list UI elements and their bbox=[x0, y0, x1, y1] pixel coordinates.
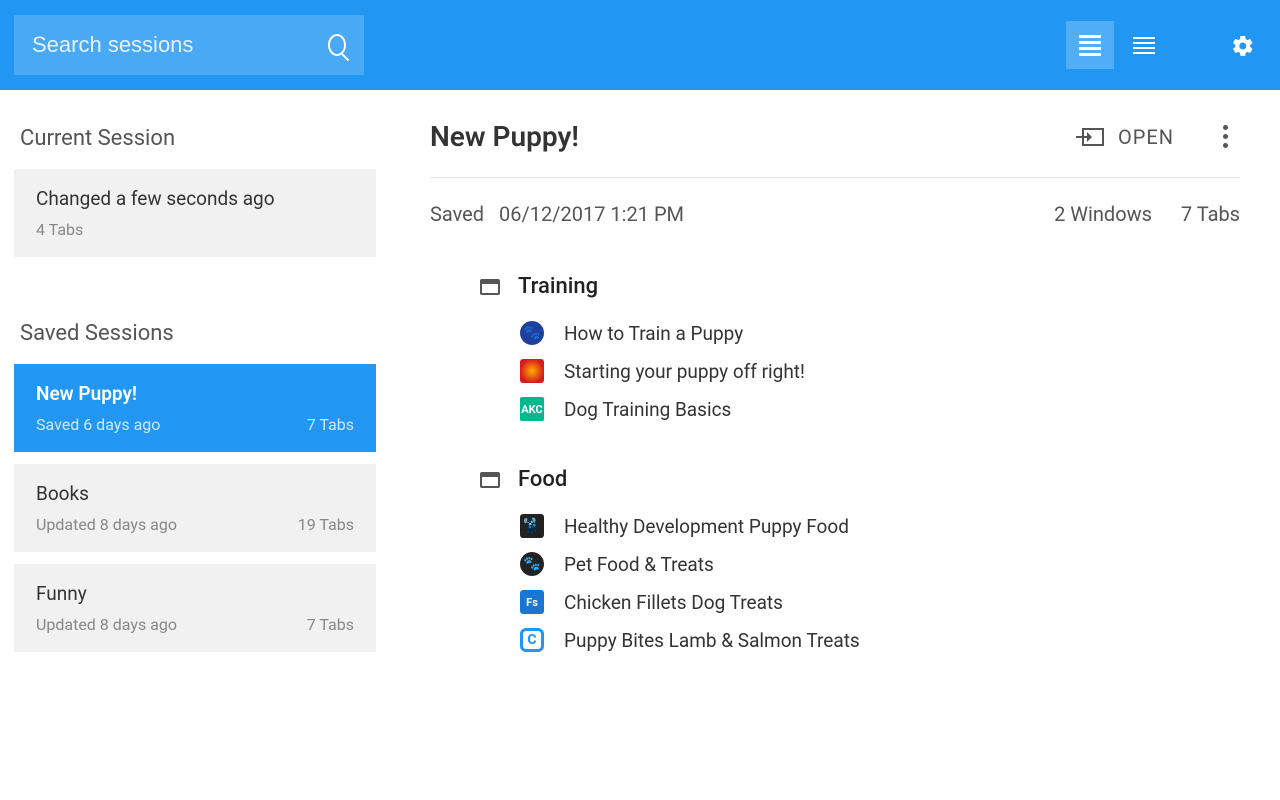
saved-session-card[interactable]: Funny Updated 8 days ago 7 Tabs bbox=[14, 564, 376, 652]
saved-session-left: Updated 8 days ago bbox=[36, 615, 177, 634]
saved-session-left: Saved 6 days ago bbox=[36, 415, 160, 434]
more-button[interactable] bbox=[1210, 125, 1240, 148]
windows-count: 2 Windows bbox=[1054, 202, 1152, 226]
open-label: OPEN bbox=[1118, 125, 1174, 149]
saved-session-title: Books bbox=[36, 482, 354, 505]
sidebar: Current Session Changed a few seconds ag… bbox=[0, 90, 390, 800]
detail-pane: New Puppy! OPEN Saved 06/12/2017 1:21 PM… bbox=[390, 90, 1280, 800]
current-session-title: Changed a few seconds ago bbox=[36, 187, 354, 210]
favicon-icon bbox=[520, 359, 544, 383]
window-group: Training How to Train a Puppy Starting you… bbox=[430, 274, 1240, 421]
window-name: Food bbox=[518, 467, 567, 492]
saved-sessions-heading: Saved Sessions bbox=[20, 321, 376, 346]
tab-title: Pet Food & Treats bbox=[564, 553, 714, 576]
window-icon bbox=[480, 472, 500, 488]
topbar bbox=[0, 0, 1280, 90]
saved-session-left: Updated 8 days ago bbox=[36, 515, 177, 534]
current-session-card[interactable]: Changed a few seconds ago 4 Tabs bbox=[14, 169, 376, 257]
tab-title: Chicken Fillets Dog Treats bbox=[564, 591, 783, 614]
saved-session-card[interactable]: New Puppy! Saved 6 days ago 7 Tabs bbox=[14, 364, 376, 452]
current-session-subtitle: 4 Tabs bbox=[36, 220, 83, 239]
window-icon bbox=[480, 279, 500, 295]
favicon-icon: Fs bbox=[520, 590, 544, 614]
detail-title: New Puppy! bbox=[430, 120, 579, 153]
tab-item[interactable]: AKC Dog Training Basics bbox=[520, 397, 1240, 421]
window-group: Food Healthy Development Puppy Food Pet Fo… bbox=[430, 467, 1240, 652]
view-list-button[interactable] bbox=[1120, 21, 1168, 69]
favicon-icon bbox=[520, 514, 544, 538]
tab-item[interactable]: Pet Food & Treats bbox=[520, 552, 1240, 576]
lines-thin-icon bbox=[1133, 37, 1155, 54]
window-name: Training bbox=[518, 274, 598, 299]
tab-title: Dog Training Basics bbox=[564, 398, 731, 421]
tab-title: Healthy Development Puppy Food bbox=[564, 515, 849, 538]
search-input[interactable] bbox=[32, 32, 320, 58]
tab-title: Puppy Bites Lamb & Salmon Treats bbox=[564, 629, 860, 652]
saved-session-right: 7 Tabs bbox=[307, 615, 354, 634]
tab-item[interactable]: How to Train a Puppy bbox=[520, 321, 1240, 345]
favicon-icon: AKC bbox=[520, 397, 544, 421]
favicon-icon bbox=[520, 552, 544, 576]
search-field[interactable] bbox=[14, 15, 364, 75]
favicon-icon bbox=[520, 321, 544, 345]
favicon-icon: C bbox=[520, 628, 544, 652]
saved-session-title: New Puppy! bbox=[36, 382, 354, 405]
saved-session-title: Funny bbox=[36, 582, 354, 605]
detail-meta: Saved 06/12/2017 1:21 PM 2 Windows 7 Tab… bbox=[430, 202, 1240, 226]
open-button[interactable]: OPEN bbox=[1082, 125, 1174, 149]
saved-session-right: 19 Tabs bbox=[298, 515, 354, 534]
tab-item[interactable]: Healthy Development Puppy Food bbox=[520, 514, 1240, 538]
saved-time: 06/12/2017 1:21 PM bbox=[499, 202, 684, 226]
lines-icon bbox=[1079, 35, 1101, 56]
open-icon bbox=[1082, 128, 1104, 146]
tab-item[interactable]: C Puppy Bites Lamb & Salmon Treats bbox=[520, 628, 1240, 652]
tab-item[interactable]: Starting your puppy off right! bbox=[520, 359, 1240, 383]
current-session-heading: Current Session bbox=[20, 126, 376, 151]
saved-session-right: 7 Tabs bbox=[307, 415, 354, 434]
search-icon bbox=[328, 34, 346, 56]
view-compact-button[interactable] bbox=[1066, 21, 1114, 69]
tab-item[interactable]: Fs Chicken Fillets Dog Treats bbox=[520, 590, 1240, 614]
saved-label: Saved bbox=[430, 202, 484, 226]
settings-button[interactable] bbox=[1218, 21, 1266, 69]
tabs-count: 7 Tabs bbox=[1181, 202, 1240, 226]
tab-title: How to Train a Puppy bbox=[564, 322, 743, 345]
tab-title: Starting your puppy off right! bbox=[564, 360, 805, 383]
saved-session-card[interactable]: Books Updated 8 days ago 19 Tabs bbox=[14, 464, 376, 552]
gear-icon bbox=[1231, 34, 1253, 56]
